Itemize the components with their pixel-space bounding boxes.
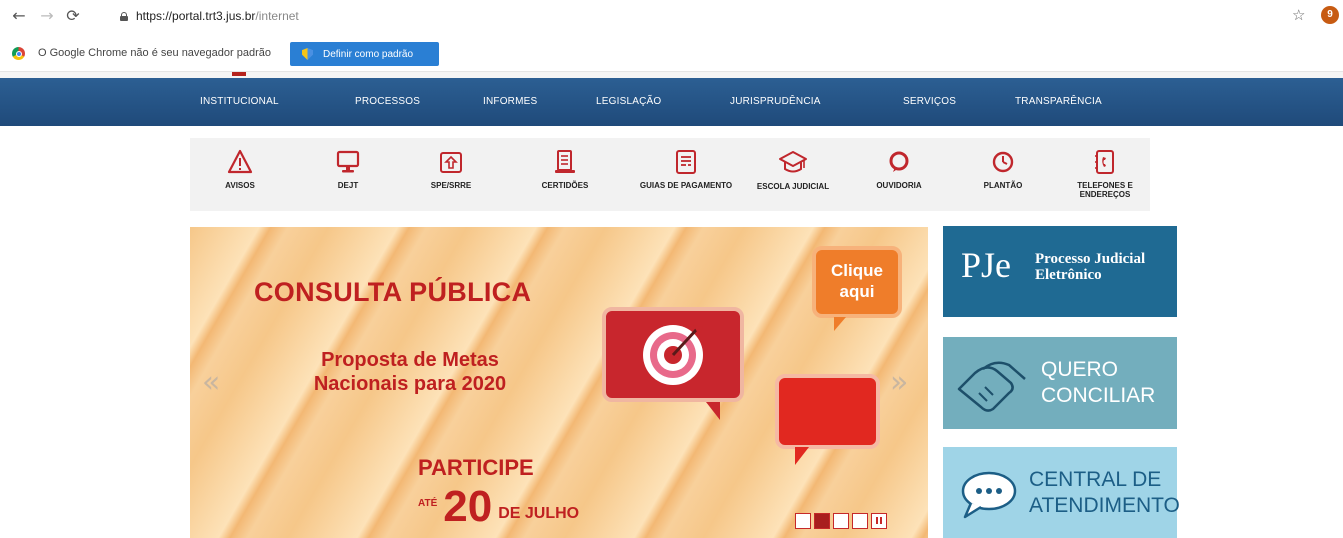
nav-item-legislacao[interactable]: LEGISLAÇÃO — [596, 96, 661, 107]
pje-logo: PJe — [961, 245, 1012, 285]
quick-link-label: SPE/SRRE — [430, 181, 472, 190]
quick-link-spe-srre[interactable]: SPE/SRRE — [401, 138, 501, 211]
quick-link-dejt[interactable]: DEJT — [298, 138, 398, 211]
set-default-button[interactable]: Definir como padrão — [290, 42, 439, 66]
profile-avatar[interactable]: 9 — [1321, 6, 1339, 24]
speech-icon — [889, 151, 909, 172]
carousel-next-arrow-icon[interactable]: » — [890, 365, 908, 400]
nav-item-processos[interactable]: PROCESSOS — [355, 96, 420, 107]
quick-link-guias[interactable]: GUIAS DE PAGAMENTO — [636, 138, 736, 211]
pje-tile[interactable]: PJe Processo Judicial Eletrônico — [943, 226, 1177, 317]
central-line1: CENTRAL DE — [1029, 468, 1162, 491]
monitor-icon — [336, 150, 360, 173]
nav-item-servicos[interactable]: SERVIÇOS — [903, 96, 956, 107]
banner-cta: PARTICIPE — [418, 455, 534, 480]
clique-aqui-button[interactable]: Clique aqui — [812, 246, 902, 331]
main-nav: INSTITUCIONAL PROCESSOS INFORMES LEGISLA… — [0, 78, 1343, 126]
nav-item-transparencia[interactable]: TRANSPARÊNCIA — [1015, 96, 1102, 107]
banner-subtitle: Proposta de Metas Nacionais para 2020 — [313, 349, 507, 395]
reload-icon[interactable]: ⟳ — [62, 5, 84, 27]
nav-item-informes[interactable]: INFORMES — [483, 96, 537, 107]
carousel-prev-arrow-icon[interactable]: « — [202, 365, 220, 400]
conciliar-line1: QUERO — [1041, 358, 1119, 381]
conciliar-line2: CONCILIAR — [1041, 384, 1156, 407]
carousel-indicators — [795, 513, 887, 529]
handshake-icon — [957, 361, 1026, 412]
pje-caption-line1: Processo Judicial — [1035, 251, 1146, 267]
invoice-icon — [676, 150, 696, 174]
browser-toolbar: ← → ⟳ https://portal.trt3.jus.br/interne… — [0, 0, 1343, 34]
pje-caption-line2: Eletrônico — [1035, 267, 1102, 283]
carousel-pause-icon[interactable] — [871, 513, 887, 529]
quick-link-plantao[interactable]: PLANTÃO — [953, 138, 1053, 211]
conciliar-caption: QUERO CONCILIAR — [1041, 357, 1155, 409]
carousel-dot[interactable] — [852, 513, 868, 529]
banner-title: CONSULTA PÚBLICA — [254, 277, 532, 307]
central-line2: ATENDIMENTO — [1029, 494, 1180, 517]
back-arrow-icon[interactable]: ← — [8, 5, 30, 27]
default-browser-infobar: O Google Chrome não é seu navegador padr… — [0, 34, 1343, 72]
pje-caption: Processo Judicial Eletrônico — [1035, 251, 1145, 283]
graduation-cap-icon — [779, 151, 807, 173]
central-atendimento-tile[interactable]: CENTRAL DE ATENDIMENTO — [943, 447, 1180, 538]
quick-link-ouvidoria[interactable]: OUVIDORIA — [849, 138, 949, 211]
chrome-logo-icon — [12, 47, 25, 60]
central-caption: CENTRAL DE ATENDIMENTO — [1029, 467, 1180, 519]
quick-links-bar: AVISOS DEJT SPE/SRRE CERTIDÕES GUIAS DE … — [190, 138, 1150, 211]
bookmark-star-icon[interactable]: ☆ — [1292, 6, 1305, 24]
lock-icon — [120, 11, 128, 21]
set-default-label: Definir como padrão — [323, 48, 414, 60]
clock-icon — [992, 151, 1014, 173]
quick-link-label: GUIAS DE PAGAMENTO — [639, 181, 733, 190]
quick-link-label: PLANTÃO — [983, 181, 1023, 190]
url-host: https://portal.trt3.jus.br — [136, 9, 256, 23]
shield-icon — [302, 48, 313, 60]
banner-date-day: 20 — [443, 482, 493, 531]
banner-date-prefix: ATÉ — [418, 498, 438, 509]
quick-link-telefones[interactable]: TELEFONES E ENDEREÇOS — [1055, 138, 1155, 211]
quero-conciliar-tile[interactable]: QUERO CONCILIAR — [943, 337, 1177, 429]
infobar-message: O Google Chrome não é seu navegador padr… — [38, 47, 271, 59]
forward-arrow-icon[interactable]: → — [36, 5, 58, 27]
banner-carousel[interactable]: CONSULTA PÚBLICA Proposta de Metas Nacio… — [190, 227, 928, 538]
chat-bubble-icon — [961, 471, 1017, 519]
target-icon — [643, 325, 703, 385]
quick-link-escola[interactable]: ESCOLA JUDICIAL — [743, 138, 843, 211]
banner-date-month: DE JULHO — [498, 505, 580, 522]
quick-link-label: TELEFONES E ENDEREÇOS — [1077, 181, 1133, 199]
quick-link-label: ESCOLA JUDICIAL — [756, 182, 830, 191]
red-speech-bubble — [775, 374, 880, 465]
nav-item-institucional[interactable]: INSTITUCIONAL — [200, 96, 279, 107]
quick-link-label: AVISOS — [225, 181, 255, 190]
quick-link-avisos[interactable]: AVISOS — [190, 138, 290, 211]
quick-link-label: DEJT — [337, 181, 359, 190]
quick-link-certidoes[interactable]: CERTIDÕES — [515, 138, 615, 211]
phone-book-icon — [1095, 150, 1114, 174]
banner-deadline: ATÉ 20 DE JULHO — [418, 482, 580, 531]
target-speech-bubble — [602, 307, 744, 420]
nav-item-jurisprudencia[interactable]: JURISPRUDÊNCIA — [730, 96, 821, 107]
certificate-icon — [555, 150, 575, 173]
upload-icon — [440, 152, 462, 173]
carousel-dot[interactable] — [833, 513, 849, 529]
url-path: /internet — [255, 9, 299, 23]
quick-link-label: CERTIDÕES — [541, 181, 589, 190]
address-bar[interactable]: https://portal.trt3.jus.br/internet — [118, 4, 1268, 28]
carousel-dot-active[interactable] — [814, 513, 830, 529]
warning-icon — [227, 149, 253, 174]
logo-fragment — [232, 72, 246, 76]
carousel-dot[interactable] — [795, 513, 811, 529]
quick-link-label: OUVIDORIA — [876, 181, 922, 190]
